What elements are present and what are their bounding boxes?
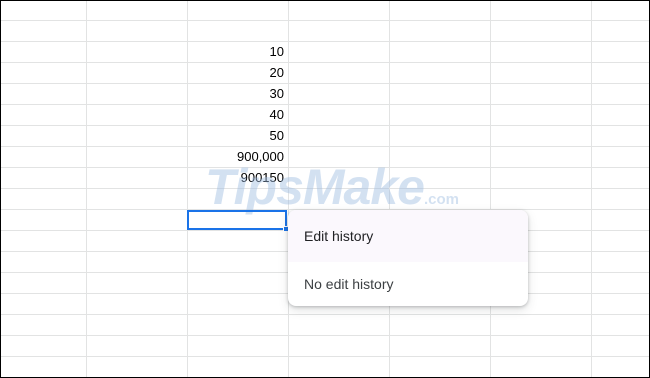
row-divider	[1, 335, 649, 336]
row-divider	[1, 356, 649, 357]
selected-cell[interactable]	[187, 210, 287, 230]
cell-value[interactable]: 10	[188, 42, 288, 62]
edit-history-popup: Edit history No edit history	[288, 210, 528, 306]
row-divider	[1, 83, 649, 84]
row-divider	[1, 62, 649, 63]
row-divider	[1, 167, 649, 168]
row-divider	[1, 146, 649, 147]
column-divider	[389, 1, 390, 377]
column-divider	[288, 1, 289, 377]
cell-value[interactable]: 30	[188, 84, 288, 104]
row-divider	[1, 41, 649, 42]
spreadsheet-grid[interactable]: 10 20 30 40 50 900,000 900150	[1, 1, 649, 377]
row-divider	[1, 104, 649, 105]
cell-value[interactable]: 50	[188, 126, 288, 146]
cell-value[interactable]: 40	[188, 105, 288, 125]
row-divider	[1, 20, 649, 21]
popup-message: No edit history	[304, 276, 394, 292]
cell-value[interactable]: 20	[188, 63, 288, 83]
cell-value[interactable]: 900150	[188, 168, 288, 188]
row-divider	[1, 188, 649, 189]
column-divider	[86, 1, 87, 377]
column-divider	[490, 1, 491, 377]
row-divider	[1, 314, 649, 315]
column-divider	[591, 1, 592, 377]
popup-title: Edit history	[288, 210, 528, 262]
cell-value[interactable]: 900,000	[188, 147, 288, 167]
row-divider	[1, 125, 649, 126]
